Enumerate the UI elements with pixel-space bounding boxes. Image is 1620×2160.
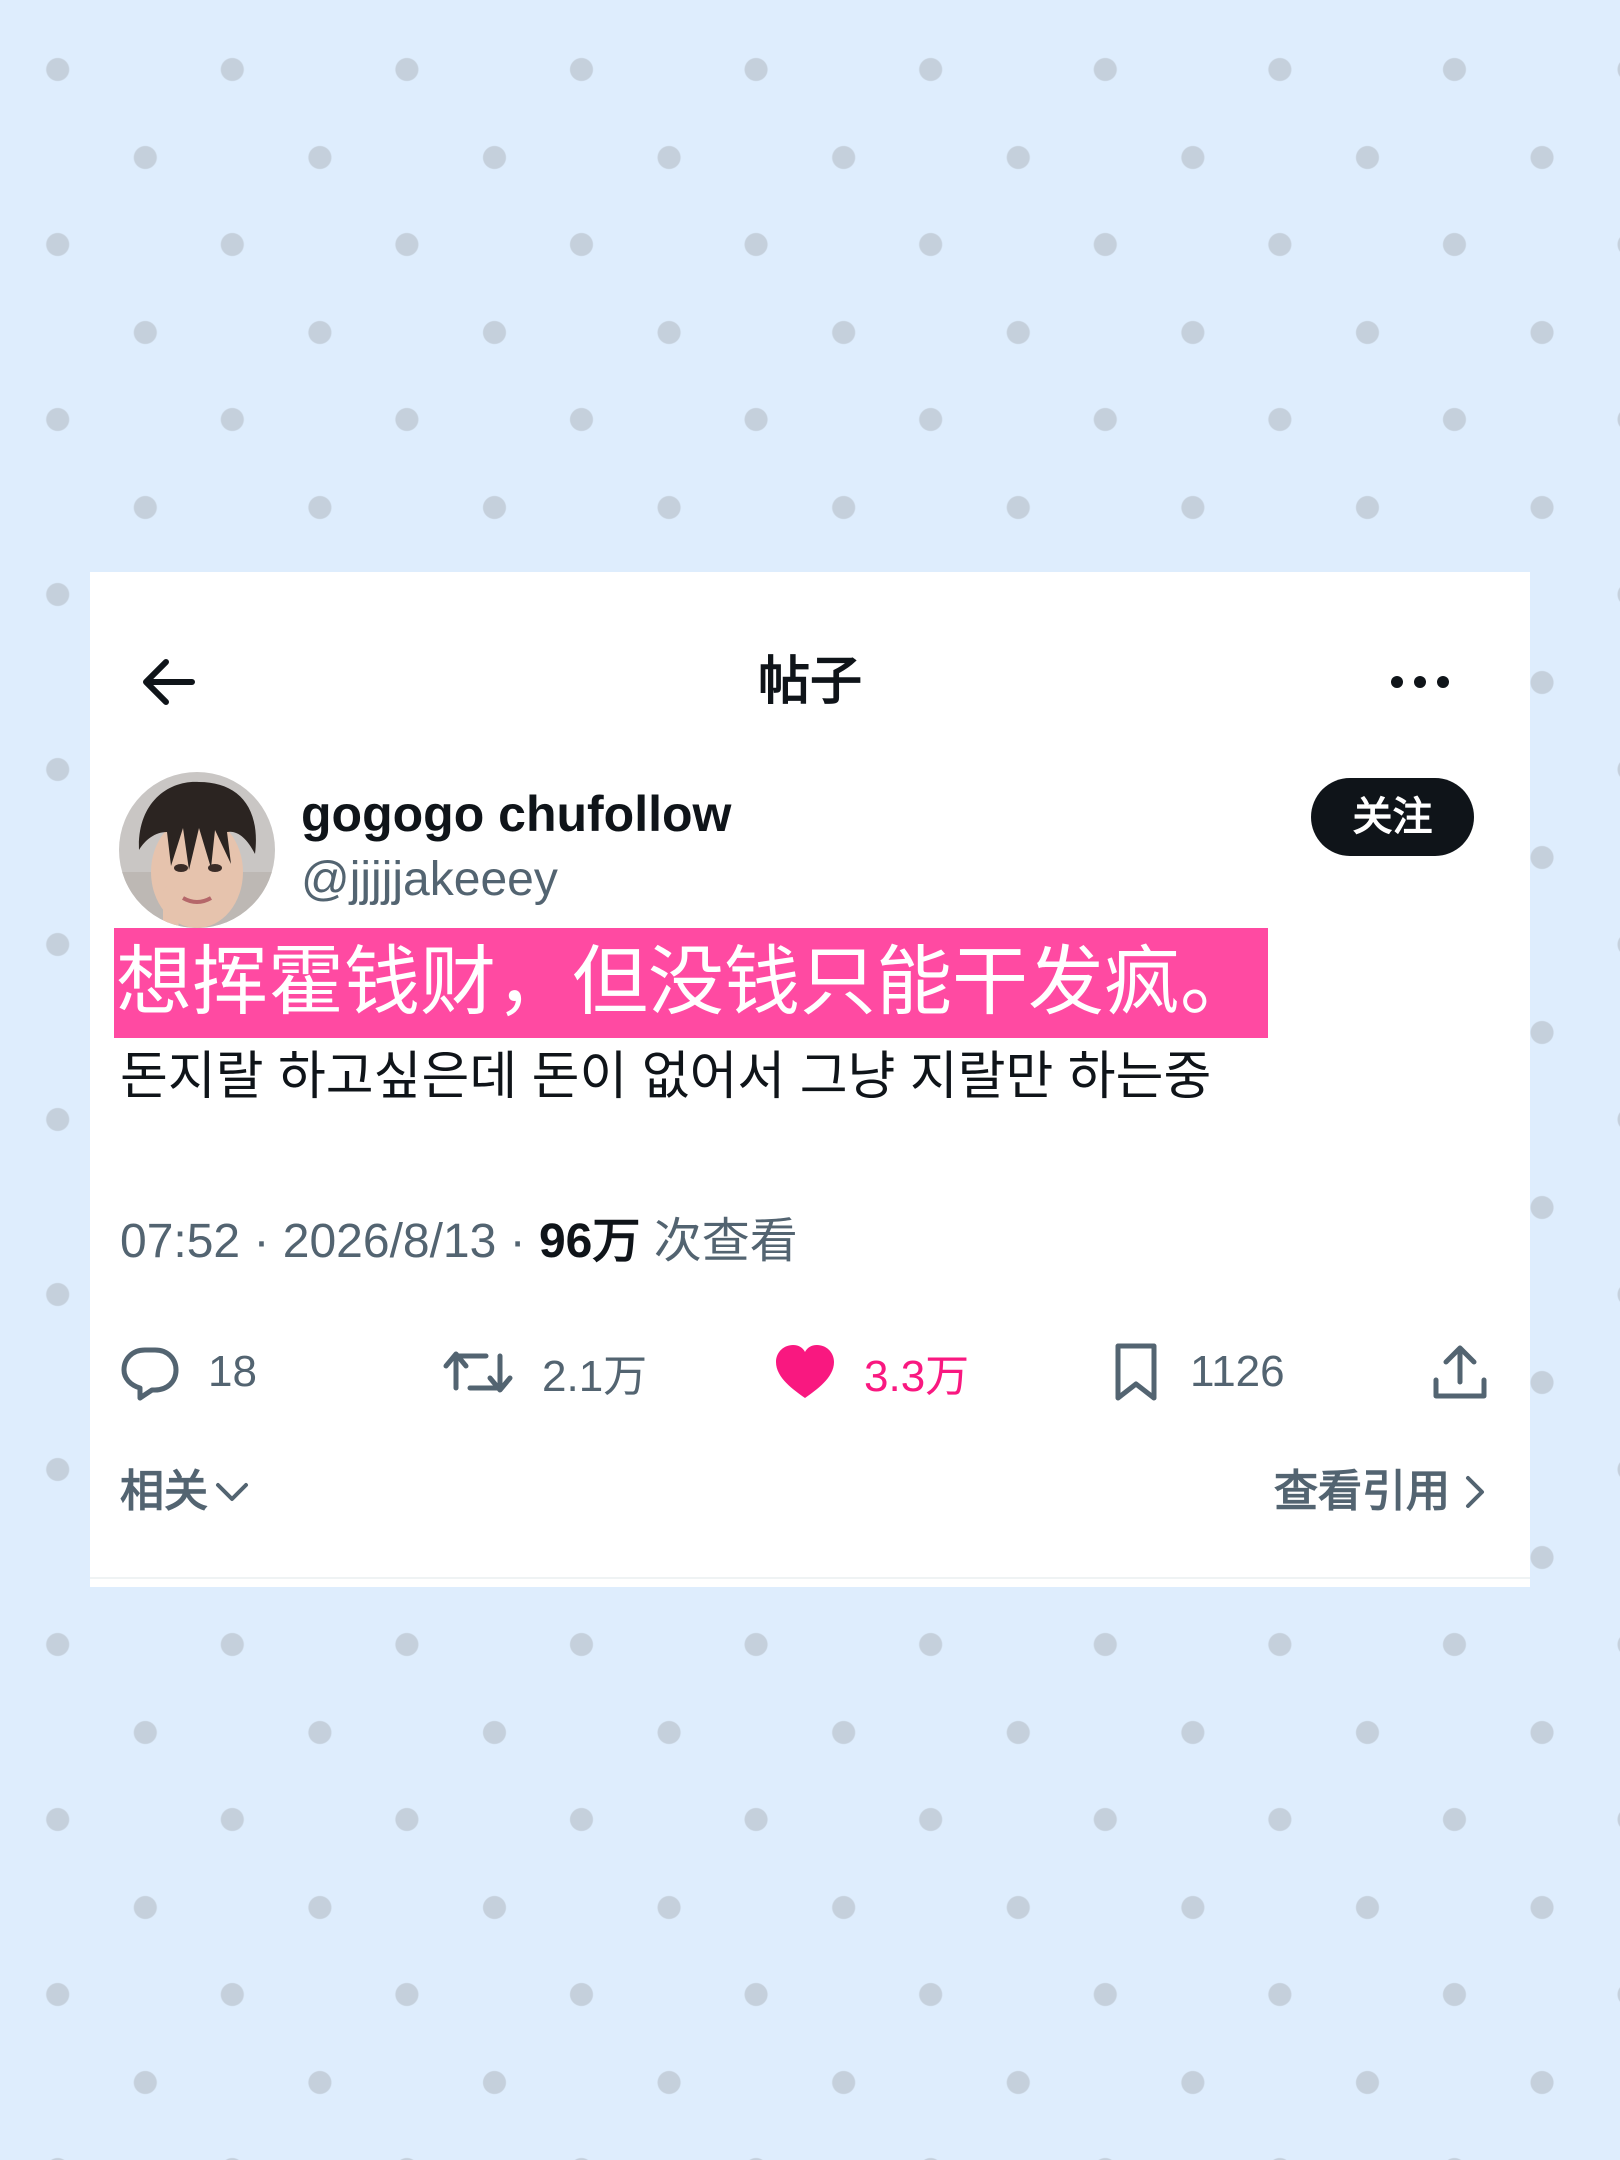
views-label: 次查看 bbox=[640, 1215, 798, 1268]
reply-count: 18 bbox=[208, 1347, 257, 1396]
repost-button[interactable]: 2.1万 bbox=[440, 1322, 647, 1422]
follow-button[interactable]: 关注 bbox=[1311, 778, 1474, 856]
chevron-down-icon bbox=[216, 1483, 248, 1501]
page-title: 帖子 bbox=[757, 653, 862, 711]
divider bbox=[90, 1577, 1530, 1579]
bookmark-icon bbox=[1115, 1343, 1157, 1401]
views-count[interactable]: 96万 bbox=[539, 1215, 640, 1268]
view-quotes-label: 查看引用 bbox=[1274, 1467, 1450, 1516]
post-date: 2026/8/13 bbox=[282, 1215, 497, 1268]
action-bar: 18 2.1万 3.3万 1126 bbox=[90, 1322, 1530, 1422]
like-button[interactable]: 3.3万 bbox=[772, 1322, 969, 1422]
more-button[interactable] bbox=[1385, 650, 1455, 714]
view-quotes-link[interactable]: 查看引用 bbox=[1274, 1464, 1490, 1520]
bookmark-count: 1126 bbox=[1190, 1347, 1285, 1396]
related-toggle[interactable]: 相关 bbox=[120, 1464, 252, 1520]
meta-separator: · bbox=[496, 1215, 539, 1268]
related-label: 相关 bbox=[120, 1467, 208, 1516]
post-time: 07:52 bbox=[120, 1215, 241, 1268]
avatar-image bbox=[119, 772, 275, 928]
repost-icon bbox=[443, 1351, 513, 1393]
post-text: 돈지랄 하고싶은데 돈이 없어서 그냥 지랄만 하는중 bbox=[120, 1048, 1212, 1106]
display-name[interactable]: gogogo chufollow bbox=[301, 784, 731, 844]
avatar[interactable] bbox=[119, 772, 275, 928]
chevron-right-icon bbox=[1466, 1476, 1484, 1508]
post-card: 帖子 gogogo chufollow @jjjjjakeeey 关注 想挥霍钱… bbox=[90, 572, 1530, 1587]
comment-icon bbox=[121, 1347, 179, 1401]
bookmark-button[interactable]: 1126 bbox=[1108, 1322, 1285, 1422]
like-count: 3.3万 bbox=[864, 1352, 970, 1401]
more-horizontal-icon bbox=[1391, 676, 1449, 688]
reply-button[interactable]: 18 bbox=[118, 1322, 257, 1422]
share-icon bbox=[1433, 1345, 1487, 1399]
user-handle[interactable]: @jjjjjakeeey bbox=[301, 852, 558, 908]
repost-count: 2.1万 bbox=[542, 1352, 648, 1401]
post-text-highlighted: 想挥霍钱财，但没钱只能干发疯。 bbox=[114, 928, 1268, 1038]
post-meta: 07:52 · 2026/8/13 · 96万 次查看 bbox=[120, 1212, 798, 1272]
meta-separator: · bbox=[240, 1215, 283, 1268]
share-button[interactable] bbox=[1428, 1322, 1492, 1422]
heart-icon bbox=[776, 1345, 834, 1398]
